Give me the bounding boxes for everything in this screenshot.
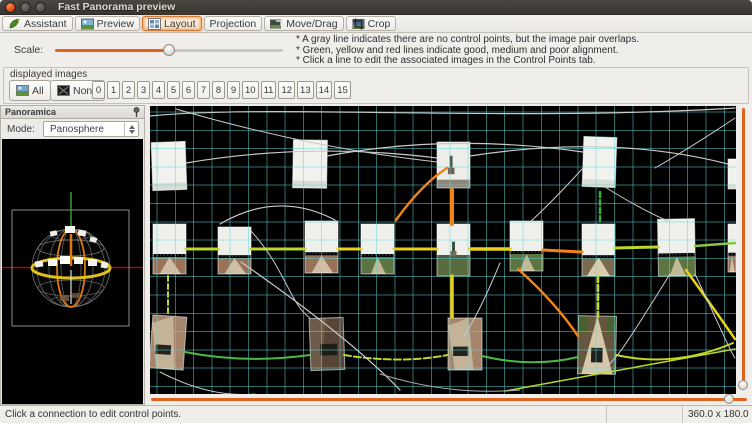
- tab-projection[interactable]: Projection: [204, 16, 263, 31]
- image-toggle-2[interactable]: 2: [122, 81, 135, 99]
- layout-image-horizon-red[interactable]: [153, 224, 186, 274]
- mode-combobox[interactable]: Panosphere: [43, 121, 139, 137]
- layout-image-horizon-green[interactable]: [510, 221, 543, 271]
- legend-line-click: * Click a line to edit the associated im…: [296, 56, 639, 67]
- image-toggle-8[interactable]: 8: [212, 81, 225, 99]
- panoramica-header[interactable]: Panoramica: [1, 106, 144, 119]
- layout-image-ground-path[interactable]: [577, 316, 616, 375]
- maximize-button[interactable]: [35, 2, 46, 13]
- tab-assistant-label: Assistant: [24, 18, 67, 30]
- layout-image-horizon-red[interactable]: [728, 224, 736, 272]
- legend-text: * A gray line indicates there are no con…: [296, 35, 639, 67]
- scale-slider-fill: [55, 49, 169, 52]
- panoramica-panel: Panoramica Mode: Panosphere: [0, 105, 145, 405]
- panosphere-preview[interactable]: [2, 139, 143, 404]
- layout-image-horizon-green[interactable]: [361, 224, 394, 274]
- crop-icon: [352, 18, 365, 30]
- image-toggle-1[interactable]: 1: [107, 81, 120, 99]
- show-all-button[interactable]: All: [9, 80, 51, 101]
- mode-label: Mode:: [7, 124, 35, 135]
- layout-image-horizon-path[interactable]: [582, 224, 615, 276]
- tab-layout-label: Layout: [164, 18, 196, 30]
- vertical-slider-track: [742, 108, 745, 388]
- scale-label: Scale:: [14, 44, 43, 56]
- tab-preview-label: Preview: [97, 18, 134, 30]
- image-toggle-12[interactable]: 12: [278, 81, 295, 99]
- toolbar: Assistant Preview Layout Projection Move…: [0, 15, 752, 33]
- assistant-icon: [8, 18, 21, 30]
- vertical-slider-handle[interactable]: [738, 380, 748, 390]
- scale-slider[interactable]: [55, 43, 285, 57]
- legend-line-gray: * A gray line indicates there are no con…: [296, 35, 639, 46]
- scale-legend-row: Scale: * A gray line indicates there are…: [0, 33, 752, 67]
- tab-projection-label: Projection: [210, 18, 257, 30]
- close-button[interactable]: [5, 2, 16, 13]
- image-toggle-9[interactable]: 9: [227, 81, 240, 99]
- layout-image-ground[interactable]: [448, 318, 482, 370]
- tab-layout[interactable]: Layout: [142, 16, 202, 31]
- image-toggle-5[interactable]: 5: [167, 81, 180, 99]
- layout-image-ground[interactable]: [150, 315, 187, 370]
- all-images-icon: [16, 85, 29, 96]
- image-toggle-11[interactable]: 11: [261, 81, 277, 99]
- preview-icon: [81, 18, 94, 30]
- minimize-button[interactable]: [20, 2, 31, 13]
- image-toggle-15[interactable]: 15: [334, 81, 351, 99]
- image-toggle-6[interactable]: 6: [182, 81, 195, 99]
- move-drag-icon: [270, 18, 283, 30]
- layout-image-sky[interactable]: [728, 159, 736, 189]
- tab-assistant[interactable]: Assistant: [2, 16, 73, 31]
- image-toggle-14[interactable]: 14: [316, 81, 333, 99]
- status-spacer: [607, 406, 683, 423]
- layout-image-horizon-statue[interactable]: [437, 224, 470, 276]
- status-message: Click a connection to edit control point…: [0, 406, 607, 423]
- horizontal-slider-handle[interactable]: [724, 394, 734, 404]
- layout-icon: [148, 18, 161, 30]
- image-toggle-3[interactable]: 3: [137, 81, 150, 99]
- sphere-wireframe: [32, 226, 110, 307]
- tab-move-drag[interactable]: Move/Drag: [264, 16, 343, 31]
- layout-image-horizon-green[interactable]: [658, 219, 696, 277]
- tab-crop[interactable]: Crop: [346, 16, 397, 31]
- pin-icon[interactable]: [132, 107, 141, 118]
- panoramica-title: Panoramica: [5, 107, 132, 117]
- main-area: Panoramica Mode: Panosphere: [0, 105, 752, 405]
- control-point-connection[interactable]: [543, 250, 582, 252]
- no-images-icon: [57, 85, 70, 96]
- scale-slider-handle[interactable]: [163, 44, 175, 56]
- mode-value: Panosphere: [50, 124, 124, 135]
- image-toggle-7[interactable]: 7: [197, 81, 210, 99]
- show-all-label: All: [32, 85, 44, 97]
- horizontal-pan-slider[interactable]: [148, 394, 752, 405]
- displayed-images-label: displayed images: [10, 69, 87, 80]
- image-toggle-0[interactable]: 0: [92, 81, 105, 99]
- horizontal-slider-track: [151, 398, 747, 401]
- window-title: Fast Panorama preview: [58, 1, 175, 13]
- layout-image-sky[interactable]: [582, 136, 617, 187]
- fast-panorama-preview-window: Fast Panorama preview Assistant Preview …: [0, 0, 752, 423]
- tab-crop-label: Crop: [368, 18, 391, 30]
- image-number-buttons: 0123456789101112131415: [92, 81, 351, 99]
- tab-move-drag-label: Move/Drag: [286, 18, 337, 30]
- mode-row: Mode: Panosphere: [1, 119, 144, 139]
- field-of-view-value: 360.0 x 180.0: [683, 406, 752, 423]
- panosphere-viewport[interactable]: [2, 139, 143, 404]
- image-toggle-10[interactable]: 10: [242, 81, 259, 99]
- control-point-connection[interactable]: [615, 247, 658, 248]
- tab-preview[interactable]: Preview: [75, 16, 140, 31]
- image-toggle-4[interactable]: 4: [152, 81, 165, 99]
- displayed-images-group: displayed images All None 01234567891011…: [3, 67, 749, 104]
- status-bar: Click a connection to edit control point…: [0, 405, 752, 423]
- vertical-pan-slider[interactable]: [737, 106, 752, 394]
- layout-image-horizon-red[interactable]: [218, 227, 251, 274]
- titlebar[interactable]: Fast Panorama preview: [0, 0, 752, 15]
- image-toggle-13[interactable]: 13: [297, 81, 314, 99]
- layout-canvas[interactable]: [150, 106, 736, 394]
- combobox-spinner-icon[interactable]: [124, 122, 138, 136]
